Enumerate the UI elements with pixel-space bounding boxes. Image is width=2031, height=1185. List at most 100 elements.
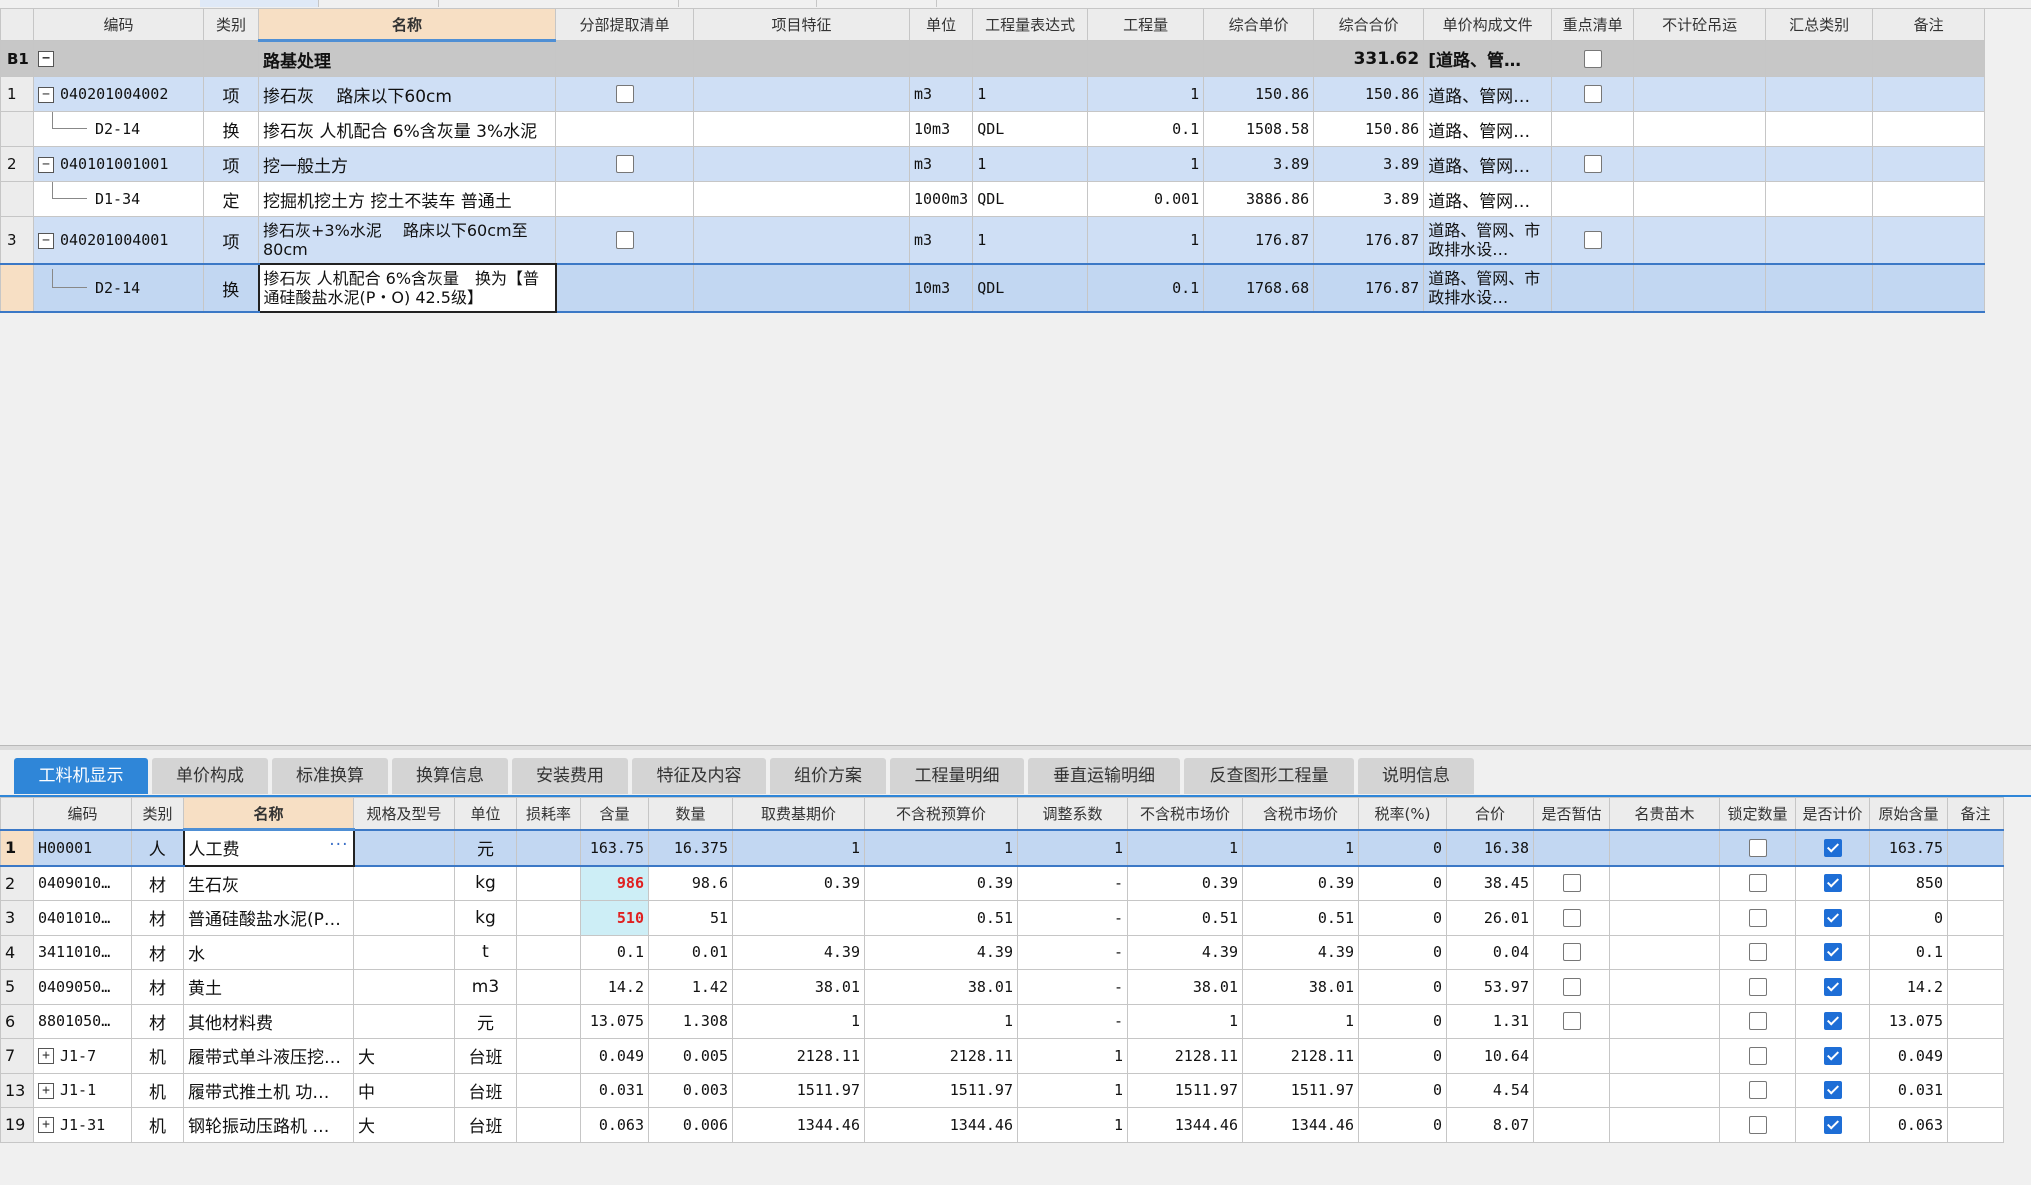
unit-cell[interactable]: m3 bbox=[908, 216, 974, 265]
feature-cell[interactable] bbox=[693, 181, 910, 217]
remark-cell[interactable] bbox=[1872, 263, 1986, 313]
priced-checkbox-checked[interactable] bbox=[1823, 1115, 1842, 1134]
market-tax-price-cell[interactable]: 1344.46 bbox=[1242, 1107, 1359, 1143]
market-tax-price-cell[interactable]: 1511.97 bbox=[1242, 1072, 1359, 1108]
spec-cell[interactable] bbox=[353, 1003, 455, 1039]
expand-icon[interactable]: + bbox=[38, 1082, 54, 1099]
lock-qty-cell[interactable] bbox=[1719, 969, 1796, 1005]
provisional-checkbox[interactable] bbox=[1562, 943, 1581, 962]
table-row[interactable]: 3 −040201004001 项 掺石灰+3%水泥 路床以下60cm至80cm… bbox=[0, 216, 1986, 265]
budget-price-cell[interactable]: 38.01 bbox=[864, 969, 1018, 1005]
provisional-checkbox[interactable] bbox=[1562, 908, 1581, 927]
unit-cell[interactable]: kg bbox=[454, 900, 517, 936]
tab-labor-material-machine[interactable]: 工料机显示 bbox=[14, 758, 148, 794]
unit-cell[interactable]: 台班 bbox=[454, 1072, 517, 1108]
fenbu-checkbox[interactable] bbox=[615, 85, 634, 103]
name-cell[interactable]: 履带式推土机 功… bbox=[183, 1072, 354, 1108]
remark-cell[interactable] bbox=[1947, 828, 2004, 867]
priced-cell[interactable] bbox=[1795, 1072, 1870, 1108]
priced-checkbox-checked[interactable] bbox=[1823, 1081, 1842, 1100]
tax-cell[interactable]: 0 bbox=[1358, 1038, 1447, 1074]
budget-price-cell[interactable]: 1 bbox=[864, 1003, 1018, 1039]
qty-cell[interactable]: 0.001 bbox=[1087, 181, 1205, 217]
price-file-cell[interactable]: 道路、管网… bbox=[1423, 181, 1553, 217]
col-header-total[interactable]: 合价 bbox=[1446, 797, 1534, 830]
table-row-selected[interactable]: 1 H00001 人 人工费 ··· 元 163.75 16.375 1 1 1 … bbox=[0, 828, 2004, 867]
col-header-name[interactable]: 名称 bbox=[183, 797, 354, 831]
table-row[interactable]: 7 + J1-7 机 履带式单斗液压挖… 大 台班 0.049 0.005 212… bbox=[0, 1038, 2004, 1074]
name-cell[interactable]: 其他材料费 bbox=[183, 1003, 354, 1039]
col-header-price-file[interactable]: 单价构成文件 bbox=[1423, 8, 1553, 41]
key-cell[interactable] bbox=[1551, 76, 1635, 112]
type-cell[interactable]: 材 bbox=[131, 900, 184, 936]
spec-cell[interactable] bbox=[353, 969, 455, 1005]
name-cell[interactable]: 掺石灰 人机配合 6%含灰量 3%水泥 bbox=[258, 111, 556, 147]
table-row[interactable]: 3 0401010… 材 普通硅酸盐水泥(P… kg 510 51 0.51 -… bbox=[0, 900, 2004, 936]
lock-qty-checkbox[interactable] bbox=[1748, 1046, 1767, 1065]
spec-cell[interactable]: 大 bbox=[353, 1107, 455, 1143]
priced-checkbox-checked[interactable] bbox=[1823, 943, 1842, 962]
adj-cell[interactable]: 1 bbox=[1017, 828, 1128, 867]
col-header-budget-price[interactable]: 不含税预算价 bbox=[864, 797, 1018, 830]
remark-cell[interactable] bbox=[1872, 216, 1986, 265]
tab-quantity-detail[interactable]: 工程量明细 bbox=[890, 758, 1024, 794]
unit-cell[interactable]: t bbox=[454, 934, 517, 970]
name-cell[interactable]: 钢轮振动压路机 … bbox=[183, 1107, 354, 1143]
name-cell[interactable]: 掺石灰 路床以下60cm bbox=[258, 76, 556, 112]
amount-cell[interactable]: 0.006 bbox=[648, 1107, 733, 1143]
market-tax-price-cell[interactable]: 0.51 bbox=[1242, 900, 1359, 936]
collapse-icon[interactable]: − bbox=[38, 50, 54, 67]
market-price-cell[interactable]: 0.51 bbox=[1127, 900, 1243, 936]
type-cell[interactable]: 机 bbox=[131, 1107, 184, 1143]
tab-description[interactable]: 说明信息 bbox=[1358, 758, 1474, 794]
qty-cell[interactable]: 1 bbox=[1087, 216, 1205, 265]
loss-cell[interactable] bbox=[516, 900, 581, 936]
price-file-cell[interactable]: 道路、管网… bbox=[1423, 76, 1553, 112]
code-cell[interactable]: −040101001001 bbox=[33, 146, 204, 182]
key-cell[interactable] bbox=[1551, 216, 1635, 265]
feature-cell[interactable] bbox=[693, 146, 910, 182]
budget-price-cell[interactable]: 0.39 bbox=[864, 865, 1018, 901]
pane-splitter[interactable] bbox=[0, 745, 2031, 750]
col-header-feature[interactable]: 项目特征 bbox=[693, 8, 910, 41]
col-header-unit[interactable]: 单位 bbox=[908, 8, 974, 41]
priced-cell[interactable] bbox=[1795, 969, 1870, 1005]
adj-cell[interactable]: - bbox=[1017, 934, 1128, 970]
col-header-remark[interactable]: 备注 bbox=[1947, 797, 2004, 830]
group-code-cell[interactable]: − bbox=[33, 40, 204, 77]
market-price-cell[interactable]: 1344.46 bbox=[1127, 1107, 1243, 1143]
group-name[interactable]: 路基处理 bbox=[258, 40, 556, 77]
remark-cell[interactable] bbox=[1947, 1038, 2004, 1074]
name-cell[interactable]: 普通硅酸盐水泥(P… bbox=[183, 900, 354, 936]
feature-cell[interactable] bbox=[693, 216, 910, 265]
provisional-cell[interactable] bbox=[1533, 969, 1610, 1005]
lock-qty-checkbox[interactable] bbox=[1748, 977, 1767, 996]
unit-cell[interactable]: 10m3 bbox=[908, 111, 974, 147]
lock-qty-cell[interactable] bbox=[1719, 900, 1796, 936]
type-cell[interactable]: 材 bbox=[131, 1003, 184, 1039]
adj-cell[interactable]: 1 bbox=[1017, 1038, 1128, 1074]
priced-cell[interactable] bbox=[1795, 865, 1870, 901]
provisional-cell[interactable] bbox=[1533, 900, 1610, 936]
feature-cell[interactable] bbox=[693, 263, 910, 313]
price-file-cell[interactable]: 道路、管网、市政排水设… bbox=[1423, 263, 1553, 313]
code-cell[interactable]: 8801050… bbox=[33, 1003, 132, 1039]
code-cell[interactable]: −040201004002 bbox=[33, 76, 204, 112]
col-header-summary[interactable]: 汇总类别 bbox=[1765, 8, 1874, 41]
loss-cell[interactable] bbox=[516, 1107, 581, 1143]
priced-checkbox-checked[interactable] bbox=[1823, 977, 1842, 996]
type-cell[interactable]: 定 bbox=[203, 181, 259, 217]
type-cell[interactable]: 机 bbox=[131, 1072, 184, 1108]
feature-cell[interactable] bbox=[693, 76, 910, 112]
lock-qty-cell[interactable] bbox=[1719, 865, 1796, 901]
col-header-expr[interactable]: 工程量表达式 bbox=[972, 8, 1089, 41]
qty-cell[interactable]: 1 bbox=[1087, 146, 1205, 182]
col-header-priced[interactable]: 是否计价 bbox=[1795, 797, 1870, 830]
type-cell[interactable]: 材 bbox=[131, 934, 184, 970]
crane-cell[interactable] bbox=[1633, 111, 1767, 147]
budget-price-cell[interactable]: 4.39 bbox=[864, 934, 1018, 970]
content-cell[interactable]: 0.1 bbox=[580, 934, 649, 970]
lock-qty-checkbox[interactable] bbox=[1748, 1012, 1767, 1031]
expr-cell[interactable]: 1 bbox=[972, 216, 1089, 265]
qty-cell[interactable]: 0.1 bbox=[1087, 111, 1205, 147]
